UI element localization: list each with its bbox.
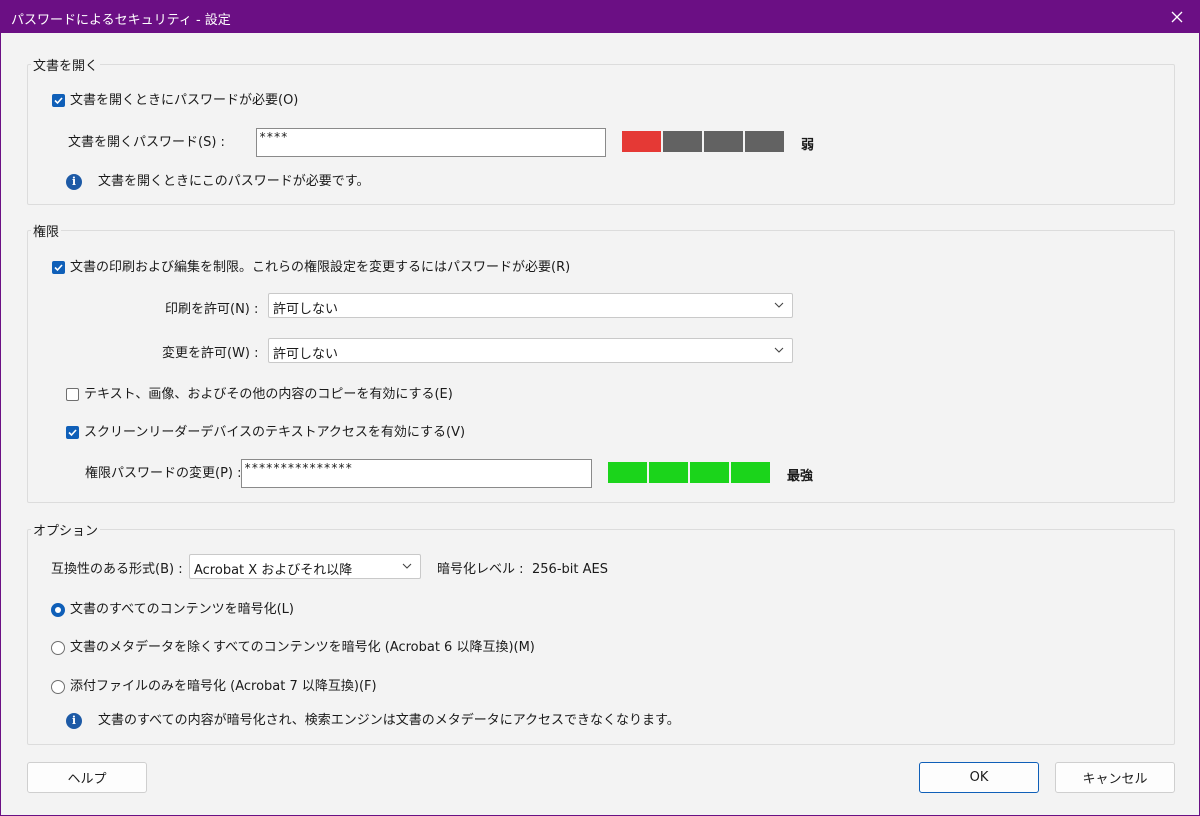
print-permission-select[interactable]: 許可しない <box>268 293 793 318</box>
window-title: パスワードによるセキュリティ - 設定 <box>11 13 231 28</box>
change-permission-value: 許可しない <box>273 347 339 362</box>
dialog-window: パスワードによるセキュリティ - 設定 文書を開く 文書を開くときにパスワードが… <box>0 0 1200 816</box>
restrict-editing-label[interactable]: 文書の印刷および編集を制限。これらの権限設定を変更するにはパスワードが必要(R) <box>70 260 570 276</box>
permissions-password-strength-label: 最強 <box>787 469 814 484</box>
checkmark-icon <box>54 264 63 272</box>
encryption-level-value: 256-bit AES <box>532 562 608 577</box>
strength-segment <box>690 462 729 483</box>
change-permission-label: 変更を許可(W) : <box>162 346 259 361</box>
open-document-group-label: 文書を開く <box>31 55 101 74</box>
title-bar[interactable]: パスワードによるセキュリティ - 設定 <box>1 1 1199 33</box>
screen-reader-label[interactable]: スクリーンリーダーデバイスのテキストアクセスを有効にする(V) <box>84 425 465 441</box>
strength-segment <box>745 131 784 152</box>
chevron-down-icon <box>774 347 784 353</box>
require-open-password-checkbox[interactable] <box>52 94 65 107</box>
permissions-password-input[interactable]: *************** <box>241 459 592 488</box>
open-password-strength-meter <box>622 131 784 152</box>
strength-segment <box>704 131 743 152</box>
strength-segment <box>731 462 770 483</box>
chevron-down-icon <box>774 302 784 308</box>
permissions-password-label: 権限パスワードの変更(P) : <box>85 466 242 481</box>
encryption-level-label: 暗号化レベル : <box>437 562 524 577</box>
checkmark-icon <box>68 429 77 437</box>
permissions-group-label: 権限 <box>31 221 62 240</box>
compat-format-label: 互換性のある形式(B) : <box>51 562 183 577</box>
info-icon: i <box>66 174 82 190</box>
encrypt-all-radio[interactable] <box>51 603 65 617</box>
encrypt-all-label[interactable]: 文書のすべてのコンテンツを暗号化(L) <box>70 602 294 618</box>
print-permission-value: 許可しない <box>273 302 339 317</box>
checkmark-icon <box>54 97 63 105</box>
screen-reader-checkbox[interactable] <box>66 426 79 439</box>
encryption-info-text: 文書のすべての内容が暗号化され、検索エンジンは文書のメタデータにアクセスできなく… <box>98 713 680 728</box>
restrict-editing-checkbox[interactable] <box>52 261 65 274</box>
open-password-strength-label: 弱 <box>801 138 815 153</box>
strength-segment <box>608 462 647 483</box>
require-open-password-label[interactable]: 文書を開くときにパスワードが必要(O) <box>70 93 298 109</box>
compat-format-select[interactable]: Acrobat X およびそれ以降 <box>189 554 421 579</box>
enable-copy-label[interactable]: テキスト、画像、およびその他の内容のコピーを有効にする(E) <box>84 387 453 403</box>
print-permission-label: 印刷を許可(N) : <box>165 302 259 317</box>
info-icon: i <box>66 713 82 729</box>
encrypt-except-metadata-radio[interactable] <box>51 641 65 655</box>
options-group-label: オプション <box>31 520 101 539</box>
help-button[interactable]: ヘルプ <box>27 762 147 793</box>
permissions-password-strength-meter <box>608 462 770 483</box>
open-password-label: 文書を開くパスワード(S) : <box>68 135 225 150</box>
encrypt-except-metadata-label[interactable]: 文書のメタデータを除くすべてのコンテンツを暗号化 (Acrobat 6 以降互換… <box>70 640 535 656</box>
enable-copy-checkbox[interactable] <box>66 388 79 401</box>
encrypt-attachments-radio[interactable] <box>51 680 65 694</box>
ok-button[interactable]: OK <box>919 762 1039 793</box>
change-permission-select[interactable]: 許可しない <box>268 338 793 363</box>
strength-segment <box>663 131 702 152</box>
close-button[interactable] <box>1155 1 1199 33</box>
strength-segment <box>622 131 661 152</box>
open-password-input[interactable]: **** <box>256 128 606 157</box>
strength-segment <box>649 462 688 483</box>
compat-format-value: Acrobat X およびそれ以降 <box>194 563 353 578</box>
close-icon <box>1171 11 1183 23</box>
cancel-button[interactable]: キャンセル <box>1055 762 1175 793</box>
open-password-info-text: 文書を開くときにこのパスワードが必要です。 <box>98 174 370 189</box>
encrypt-attachments-label[interactable]: 添付ファイルのみを暗号化 (Acrobat 7 以降互換)(F) <box>70 679 377 695</box>
chevron-down-icon <box>402 563 412 569</box>
